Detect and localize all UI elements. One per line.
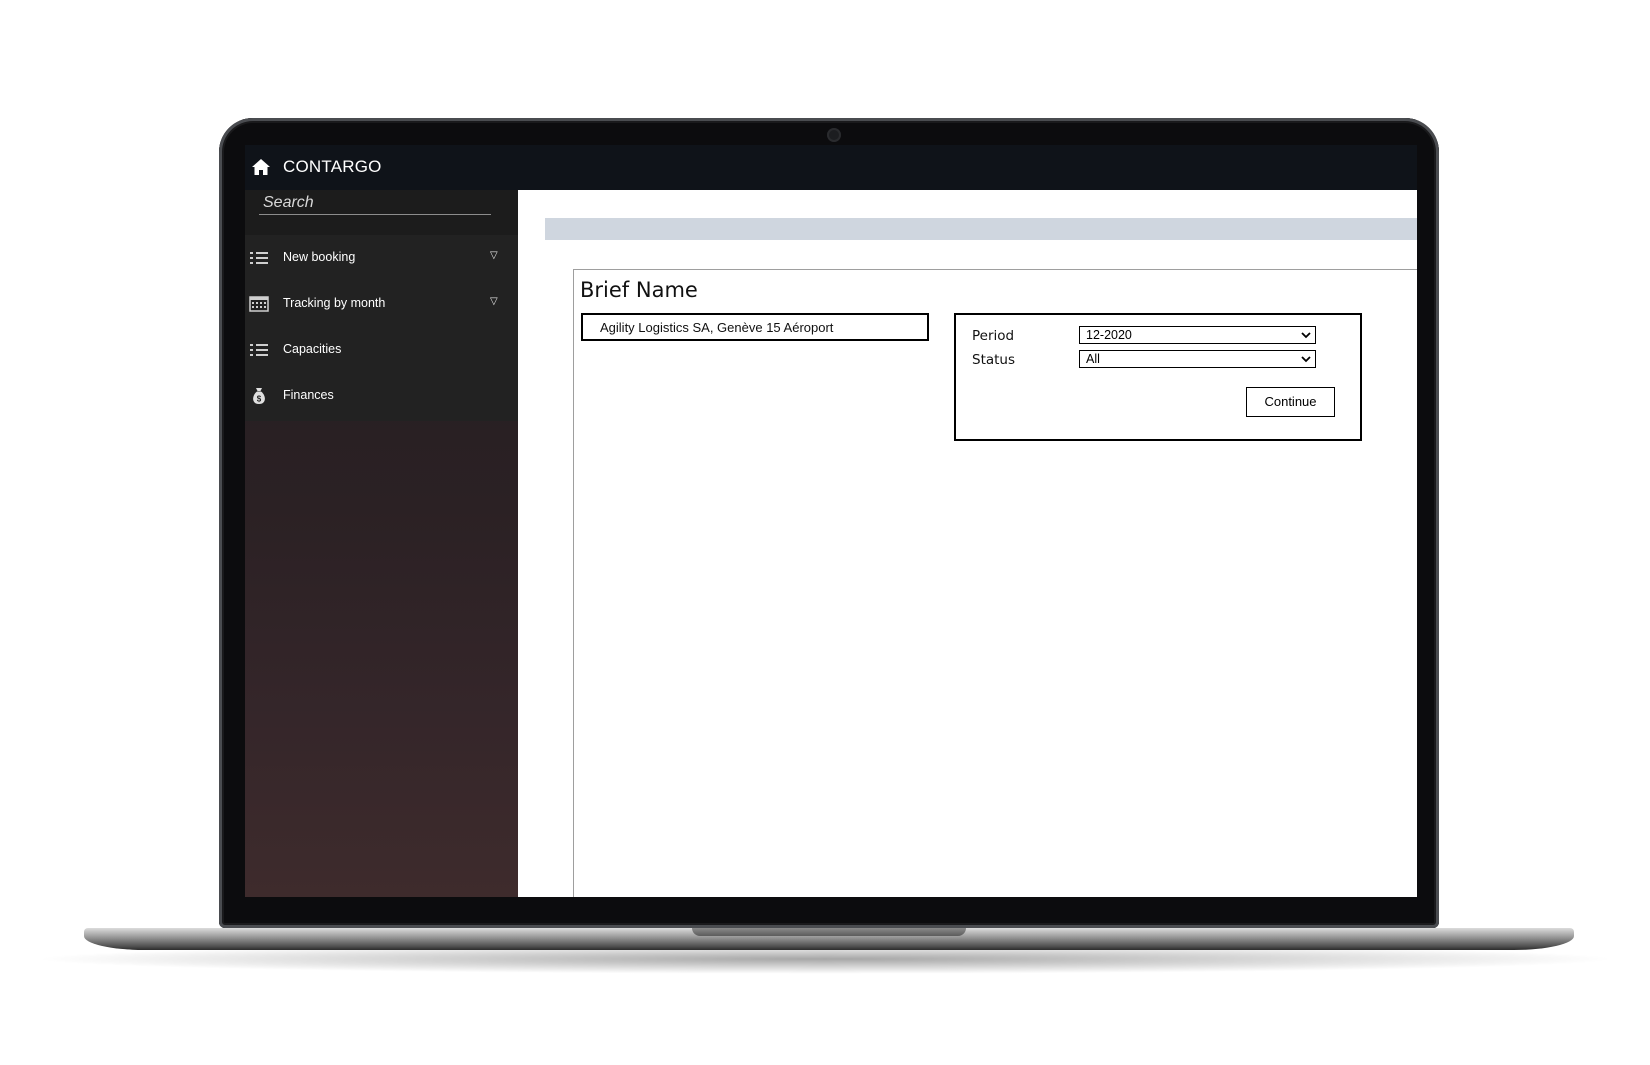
sidebar-item-label: Finances — [283, 388, 334, 402]
webcam — [827, 128, 841, 142]
list-icon — [250, 344, 268, 356]
top-bar: CONTARGO — [245, 145, 1417, 190]
home-icon[interactable] — [251, 158, 271, 176]
money-bag-icon: $ — [253, 388, 265, 404]
list-icon — [250, 252, 268, 264]
status-label: Status — [972, 352, 1016, 368]
period-select[interactable]: 12-2020 — [1079, 326, 1316, 344]
chevron-down-icon[interactable]: ▽ — [490, 296, 498, 307]
status-select[interactable]: All — [1079, 350, 1316, 368]
app-title[interactable]: CONTARGO — [283, 157, 382, 177]
status-select-value: All — [1086, 352, 1100, 366]
sidebar-item-label: Capacities — [283, 342, 342, 356]
page-title: Brief Name — [580, 278, 698, 302]
period-select-value: 12-2020 — [1086, 328, 1132, 342]
svg-text:$: $ — [257, 395, 262, 404]
calendar-icon — [249, 296, 269, 312]
period-label: Period — [972, 328, 1015, 344]
sidebar-item-tracking-by-month[interactable]: Tracking by month ▽ — [245, 281, 518, 327]
sidebar-menu: New booking ▽ Tracking by month ▽ Capaci… — [245, 235, 518, 421]
laptop-notch — [692, 928, 966, 936]
app-screen: CONTARGO New booking ▽ — [245, 145, 1417, 897]
sidebar-item-finances[interactable]: $ Finances — [245, 373, 518, 419]
sidebar-item-label: Tracking by month — [283, 296, 386, 310]
content-header-bar — [545, 218, 1417, 240]
sidebar: New booking ▽ Tracking by month ▽ — [245, 190, 518, 897]
search-input[interactable] — [259, 192, 491, 215]
sidebar-item-capacities[interactable]: Capacities — [245, 327, 518, 373]
chevron-down-icon — [1301, 356, 1311, 363]
sidebar-item-label: New booking — [283, 250, 356, 264]
continue-button[interactable]: Continue — [1246, 387, 1335, 417]
chevron-down-icon[interactable]: ▽ — [490, 250, 498, 261]
search-container — [245, 190, 518, 235]
brief-name-field[interactable]: Agility Logistics SA, Genève 15 Aéroport — [581, 313, 929, 341]
chevron-down-icon — [1301, 332, 1311, 339]
sidebar-item-new-booking[interactable]: New booking ▽ — [245, 235, 518, 281]
